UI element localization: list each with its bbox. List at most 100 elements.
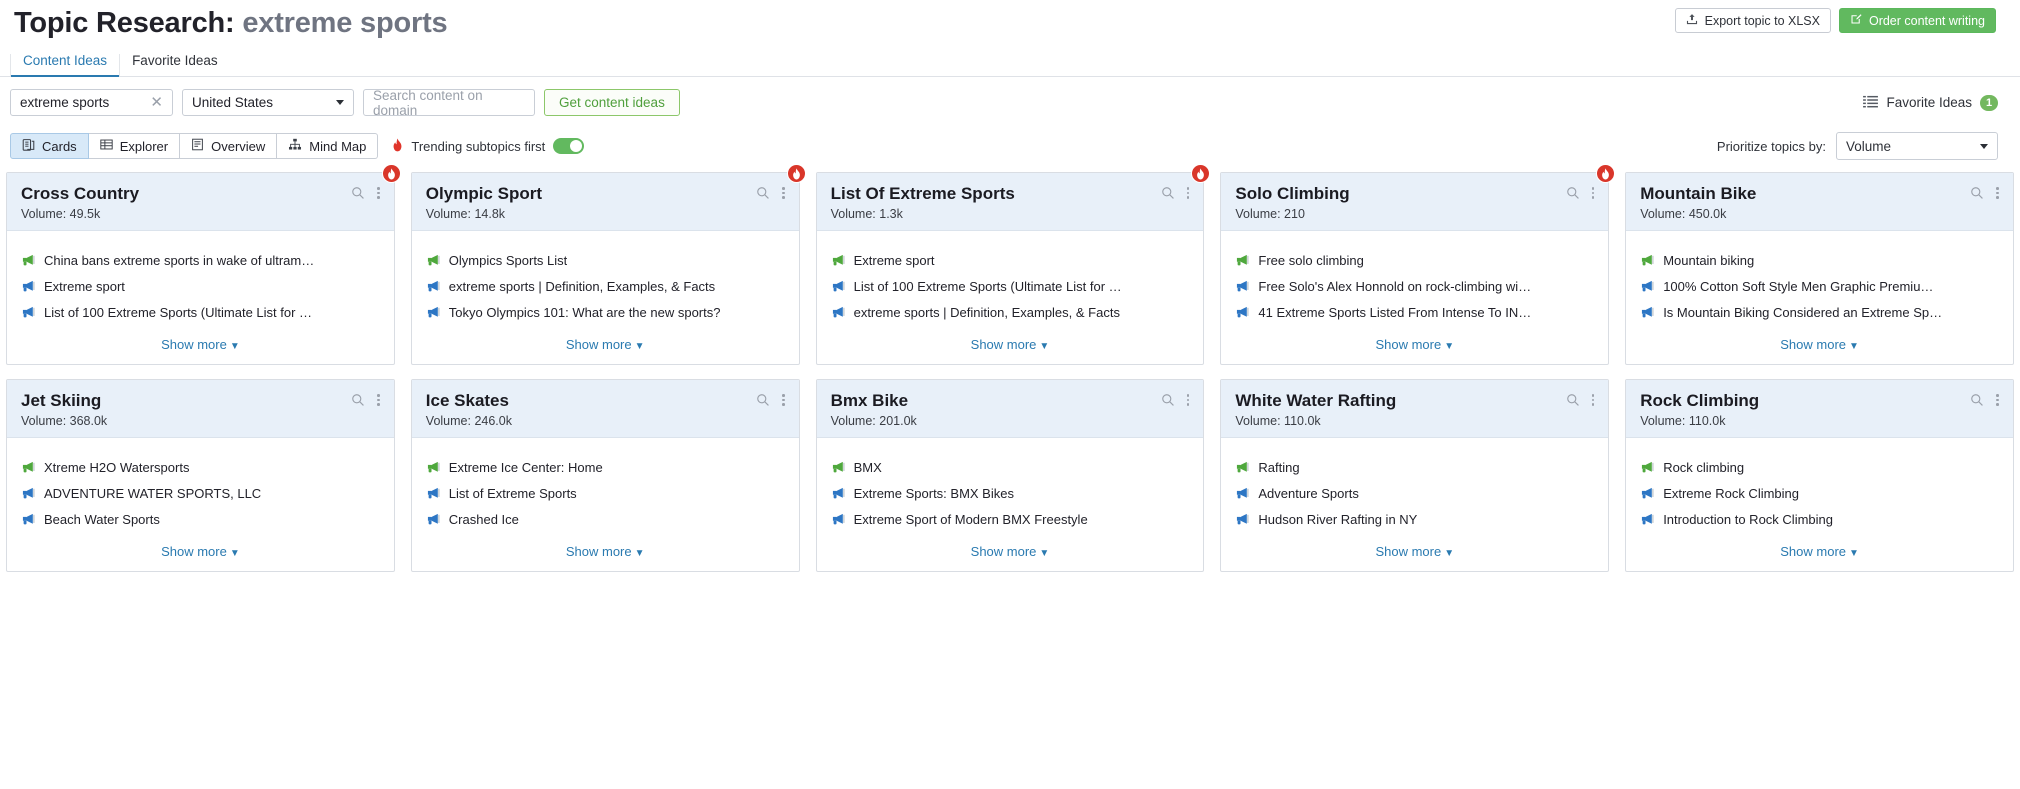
favorite-ideas-link[interactable]: Favorite Ideas 1	[1863, 94, 1998, 111]
megaphone-blue-icon	[1235, 512, 1249, 526]
topic-card-volume-value: 110.0k	[1688, 414, 1726, 428]
content-idea-item[interactable]: Free solo climbing	[1235, 247, 1594, 273]
view-mode-group: Cards Explorer Overview Mind Map	[10, 133, 379, 159]
content-idea-item[interactable]: List of Extreme Sports	[426, 480, 785, 506]
search-icon[interactable]	[1566, 186, 1580, 200]
content-idea-item[interactable]: BMX	[831, 454, 1190, 480]
show-more-button[interactable]: Show more ▼	[1626, 532, 2013, 571]
show-more-button[interactable]: Show more ▼	[1221, 532, 1608, 571]
content-idea-item[interactable]: Adventure Sports	[1235, 480, 1594, 506]
chevron-down-icon: ▼	[634, 548, 645, 559]
topic-card-title: Rock Climbing	[1640, 391, 1760, 410]
trending-subtopics-toggle[interactable]	[553, 138, 585, 154]
topic-card-title: Cross Country	[21, 184, 140, 203]
view-mode-overview[interactable]: Overview	[180, 133, 278, 159]
topic-card-title: Solo Climbing	[1235, 184, 1350, 203]
content-idea-item[interactable]: 100% Cotton Soft Style Men Graphic Premi…	[1640, 273, 1999, 299]
close-icon[interactable]: ✕	[144, 95, 163, 110]
content-idea-item[interactable]: Xtreme H2O Watersports	[21, 454, 380, 480]
tab-favorite-ideas[interactable]: Favorite Ideas	[120, 54, 230, 76]
megaphone-blue-icon	[21, 279, 35, 293]
show-more-button[interactable]: Show more ▼	[817, 532, 1204, 571]
topic-card-body: China bans extreme sports in wake of ult…	[7, 231, 394, 325]
kebab-menu-icon[interactable]	[377, 187, 380, 199]
content-idea-item[interactable]: Hudson River Rafting in NY	[1235, 506, 1594, 532]
country-select[interactable]: United States	[182, 89, 354, 116]
kebab-menu-icon[interactable]	[1591, 394, 1595, 406]
prioritize-label: Prioritize topics by:	[1716, 138, 1826, 154]
topic-card-body: Xtreme H2O Watersports ADVENTURE WATER SP…	[7, 438, 394, 532]
topic-card-volume-label: Volume:	[1640, 414, 1686, 428]
content-idea-item[interactable]: Extreme sport	[831, 247, 1190, 273]
kebab-menu-icon[interactable]	[1186, 187, 1190, 199]
search-icon[interactable]	[1566, 393, 1580, 407]
search-icon[interactable]	[756, 186, 770, 200]
content-idea-item[interactable]: Introduction to Rock Climbing	[1640, 506, 1999, 532]
content-idea-item[interactable]: 41 Extreme Sports Listed From Intense To…	[1235, 299, 1594, 325]
order-content-writing-button[interactable]: Order content writing	[1838, 8, 1996, 33]
mindmap-icon	[288, 138, 302, 154]
show-more-button[interactable]: Show more ▼	[7, 532, 394, 571]
content-idea-item[interactable]: Beach Water Sports	[21, 506, 380, 532]
search-icon[interactable]	[756, 393, 770, 407]
content-idea-item[interactable]: ADVENTURE WATER SPORTS, LLC	[21, 480, 380, 506]
view-mode-cards[interactable]: Cards	[10, 133, 89, 159]
search-icon[interactable]	[1970, 186, 1984, 200]
get-content-ideas-button[interactable]: Get content ideas	[544, 89, 680, 116]
topic-card: Jet Skiing Volume: 368.0k Xtreme H2O Water…	[6, 379, 395, 572]
flame-icon	[392, 137, 403, 155]
content-idea-item[interactable]: Free Solo's Alex Honnold on rock-climbin…	[1235, 273, 1594, 299]
show-more-button[interactable]: Show more ▼	[1221, 325, 1608, 364]
content-idea-label: Free solo climbing	[1258, 252, 1364, 268]
show-more-label: Show more	[565, 544, 632, 559]
kebab-menu-icon[interactable]	[1186, 394, 1190, 406]
search-icon[interactable]	[1970, 393, 1984, 407]
tab-content-ideas[interactable]: Content Ideas	[10, 54, 121, 77]
search-icon[interactable]	[1161, 393, 1175, 407]
kebab-menu-icon[interactable]	[782, 187, 785, 199]
show-more-button[interactable]: Show more ▼	[412, 532, 799, 571]
topic-card: List Of Extreme Sports Volume: 1.3k Extrem…	[815, 164, 1211, 365]
domain-search-input[interactable]: Search content on domain	[363, 88, 535, 118]
content-idea-item[interactable]: China bans extreme sports in wake of ult…	[21, 247, 380, 273]
content-idea-item[interactable]: Tokyo Olympics 101: What are the new spo…	[426, 299, 785, 325]
topic-card-body: Rafting Adventure Sports Hudson River Raft…	[1221, 438, 1608, 532]
megaphone-blue-icon	[21, 305, 35, 319]
content-idea-item[interactable]: Olympics Sports List	[426, 247, 785, 273]
content-idea-item[interactable]: Crashed Ice	[426, 506, 785, 532]
search-icon[interactable]	[1161, 186, 1175, 200]
content-idea-item[interactable]: Rock climbing	[1640, 454, 1999, 480]
content-idea-item[interactable]: Extreme Sport of Modern BMX Freestyle	[831, 506, 1190, 532]
megaphone-green-icon	[1640, 253, 1654, 267]
content-idea-item[interactable]: extreme sports | Definition, Examples, &…	[426, 273, 785, 299]
content-idea-label: 41 Extreme Sports Listed From Intense To…	[1258, 304, 1532, 320]
content-idea-item[interactable]: extreme sports | Definition, Examples, &…	[831, 299, 1190, 325]
view-mode-explorer[interactable]: Explorer	[88, 133, 181, 159]
content-idea-item[interactable]: Extreme Sports: BMX Bikes	[831, 480, 1190, 506]
show-more-button[interactable]: Show more ▼	[7, 325, 394, 364]
content-idea-item[interactable]: Extreme Ice Center: Home	[426, 454, 785, 480]
search-icon[interactable]	[351, 186, 365, 200]
content-idea-label: List of Extreme Sports	[448, 485, 577, 501]
view-mode-mind-map[interactable]: Mind Map	[277, 133, 379, 159]
kebab-menu-icon[interactable]	[1996, 187, 1999, 199]
search-icon[interactable]	[351, 393, 365, 407]
show-more-button[interactable]: Show more ▼	[1626, 325, 2013, 364]
content-idea-item[interactable]: List of 100 Extreme Sports (Ultimate Lis…	[21, 299, 380, 325]
kebab-menu-icon[interactable]	[782, 394, 785, 406]
content-idea-item[interactable]: Is Mountain Biking Considered an Extreme…	[1640, 299, 1999, 325]
content-idea-item[interactable]: Rafting	[1235, 454, 1594, 480]
content-idea-item[interactable]: Extreme Rock Climbing	[1640, 480, 1999, 506]
kebab-menu-icon[interactable]	[1591, 187, 1595, 199]
kebab-menu-icon[interactable]	[377, 394, 380, 406]
prioritize-select[interactable]: Volume	[1836, 132, 1998, 160]
content-idea-item[interactable]: List of 100 Extreme Sports (Ultimate Lis…	[831, 273, 1190, 299]
content-idea-item[interactable]: Mountain biking	[1640, 247, 1999, 273]
show-more-button[interactable]: Show more ▼	[412, 325, 799, 364]
content-idea-label: ADVENTURE WATER SPORTS, LLC	[44, 485, 262, 501]
content-idea-item[interactable]: Extreme sport	[21, 273, 380, 299]
export-topic-button[interactable]: Export topic to XLSX	[1674, 8, 1831, 33]
keyword-input[interactable]: extreme sports ✕	[10, 89, 173, 116]
show-more-button[interactable]: Show more ▼	[817, 325, 1204, 364]
kebab-menu-icon[interactable]	[1996, 394, 1999, 406]
